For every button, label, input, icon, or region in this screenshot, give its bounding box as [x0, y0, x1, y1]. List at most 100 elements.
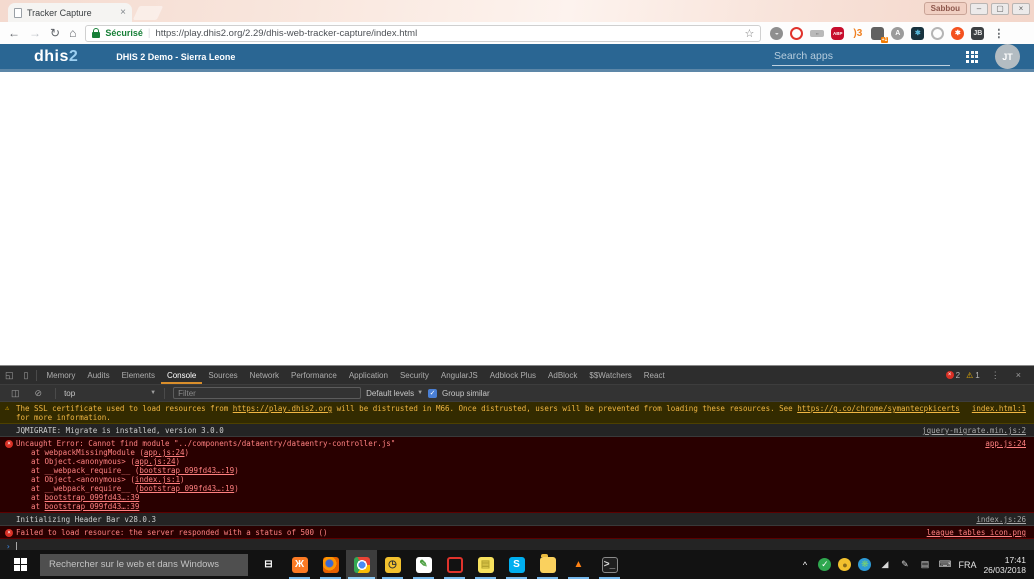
console-link[interactable]: https://g.co/chrome/symantecpkicerts	[797, 404, 960, 413]
close-button[interactable]: ×	[1012, 3, 1030, 15]
alarm-clock-icon[interactable]: ◷	[377, 550, 408, 579]
gray-ring-extension-icon[interactable]	[931, 27, 944, 40]
devtools-tab-adblock-plus[interactable]: Adblock Plus	[484, 366, 542, 384]
tab-close-icon[interactable]: ×	[120, 8, 126, 18]
firefox-icon[interactable]	[315, 550, 346, 579]
omnibox[interactable]: Sécurisé | https://play.dhis2.org/2.29/d…	[85, 25, 761, 42]
devtools-tab-adblock[interactable]: AdBlock	[542, 366, 583, 384]
gray-a-circle-extension-icon[interactable]: A	[891, 27, 904, 40]
home-icon[interactable]: ⌂	[69, 27, 76, 39]
adblock-plus-extension-icon[interactable]: ABP	[831, 27, 844, 40]
console-message: ⚠The SSL certificate used to load resour…	[0, 402, 1034, 424]
devtools-tab-application[interactable]: Application	[343, 366, 394, 384]
console-link[interactable]: bootstrap 099fd43…:39	[45, 493, 140, 502]
console-link[interactable]: app.js:24	[144, 448, 185, 457]
gray-circle-extension-icon[interactable]: ◒	[770, 27, 783, 40]
group-similar-checkbox[interactable]: ✓	[428, 389, 437, 398]
devtools-tab-angularjs[interactable]: AngularJS	[435, 366, 484, 384]
devtools-tab-memory[interactable]: Memory	[40, 366, 81, 384]
photo-editor-icon[interactable]: ✎	[408, 550, 439, 579]
devtools-tab-react[interactable]: React	[638, 366, 671, 384]
devtools-tab-elements[interactable]: Elements	[116, 366, 161, 384]
chrome-icon[interactable]	[346, 550, 377, 579]
devtools-tab--watchers[interactable]: $$Watchers	[583, 366, 637, 384]
maximize-button[interactable]: ▢	[991, 3, 1009, 15]
device-toolbar-icon[interactable]: ▯	[19, 370, 34, 381]
console-source-link[interactable]: index.html:1	[972, 404, 1026, 413]
opera-icon[interactable]	[439, 550, 470, 579]
avatar[interactable]: JT	[995, 44, 1020, 69]
forward-icon[interactable]: →	[29, 27, 41, 39]
browser-menu-icon[interactable]: ⋮	[993, 27, 1004, 40]
jb-square-extension-icon[interactable]: JB	[971, 27, 984, 40]
skype-icon[interactable]: S	[501, 550, 532, 579]
console-link[interactable]: index.js:1	[135, 475, 180, 484]
console-link[interactable]: bootstrap 099fd43…:19	[139, 466, 234, 475]
devtools-tab-security[interactable]: Security	[394, 366, 435, 384]
devtools-close-icon[interactable]: ×	[1011, 370, 1026, 380]
reload-icon[interactable]: ↻	[50, 27, 60, 39]
apps-grid-icon[interactable]	[966, 51, 978, 63]
command-prompt-icon[interactable]: >_	[594, 550, 625, 579]
inspect-element-icon[interactable]: ◱	[0, 370, 19, 381]
console-source-link[interactable]: index.js:26	[976, 515, 1026, 524]
taskbar-clock[interactable]: 17:41 26/03/2018	[983, 555, 1026, 575]
bookmark-star-icon[interactable]: ☆	[744, 27, 754, 40]
console-source-link[interactable]: jquery-migrate.min.js:2	[922, 426, 1026, 435]
console-error-count[interactable]: ×2	[946, 371, 960, 380]
dark-blue-cog-extension-icon[interactable]: ✱	[911, 27, 924, 40]
console-warning-count[interactable]: ⚠1	[966, 371, 980, 380]
tray-notes-icon[interactable]: ▤	[918, 558, 931, 571]
console-filter-input[interactable]	[173, 387, 361, 399]
console-source-link[interactable]: app.js:24	[985, 439, 1026, 448]
console-source-link[interactable]: league tables icon.png	[927, 528, 1026, 537]
url-text[interactable]: https://play.dhis2.org/2.29/dhis-web-tra…	[155, 28, 739, 39]
chevron-down-icon: ▼	[150, 390, 156, 396]
tray-network-icon[interactable]: ◢	[878, 558, 891, 571]
devtools-tab-sources[interactable]: Sources	[202, 366, 243, 384]
console-link[interactable]: https://play.dhis2.org	[233, 404, 332, 413]
orange-x-circle-extension-icon[interactable]: ✱	[951, 27, 964, 40]
console-link[interactable]: app.js:24	[135, 457, 176, 466]
dhis-logo-accent: 2	[69, 48, 78, 65]
devtools-menu-icon[interactable]: ⋮	[986, 370, 1005, 381]
red-ring-extension-icon[interactable]	[790, 27, 803, 40]
console-link[interactable]: bootstrap 099fd43…:19	[139, 484, 234, 493]
devtools-tab-performance[interactable]: Performance	[285, 366, 343, 384]
clear-console-icon[interactable]: ⊘	[30, 388, 48, 399]
context-value: top	[64, 389, 75, 398]
search-apps-input[interactable]	[772, 48, 950, 66]
tray-keyboard-icon[interactable]: ⌨	[938, 558, 951, 571]
file-explorer-icon[interactable]	[532, 550, 563, 579]
start-button[interactable]	[0, 550, 40, 579]
plus-one-badge-extension-icon[interactable]: +1	[871, 27, 884, 40]
back-icon[interactable]: ←	[8, 27, 20, 39]
browser-tab[interactable]: Tracker Capture ×	[8, 3, 132, 22]
vlc-icon[interactable]: ▲	[563, 550, 594, 579]
log-levels-dropdown[interactable]: Default levels▼	[366, 389, 423, 398]
orange-d3-extension-icon[interactable]: )3	[851, 27, 864, 40]
tray-expand-icon[interactable]: ^	[798, 558, 811, 571]
new-tab-button[interactable]	[133, 6, 164, 20]
tray-antivirus-icon[interactable]: ✓	[818, 558, 831, 571]
sticky-notes-icon[interactable]: ▤	[470, 550, 501, 579]
xampp-icon[interactable]: Ж	[284, 550, 315, 579]
devtools-tab-network[interactable]: Network	[244, 366, 285, 384]
taskbar-search-input[interactable]	[40, 554, 248, 576]
tray-pen-icon[interactable]: ✎	[898, 558, 911, 571]
tray-color-wheel-icon[interactable]: ❋	[858, 558, 871, 571]
windows-store-icon[interactable]: ⊟	[253, 550, 284, 579]
language-indicator[interactable]: FRA	[958, 560, 976, 570]
dhis-logo[interactable]: dhis2	[34, 48, 78, 66]
chevron-down-icon: ▼	[417, 390, 423, 396]
devtools-tab-console[interactable]: Console	[161, 366, 202, 384]
console-sidebar-icon[interactable]: ◫	[6, 388, 25, 399]
console-link[interactable]: bootstrap 099fd43…:39	[45, 502, 140, 511]
devtools-tab-audits[interactable]: Audits	[81, 366, 115, 384]
console-prompt[interactable]: ›	[0, 539, 1034, 550]
profile-chip[interactable]: Sabbou	[924, 2, 967, 15]
gray-pill-extension-icon[interactable]: ▪▪	[810, 30, 824, 37]
minimize-button[interactable]: –	[970, 3, 988, 15]
context-selector[interactable]: top ▼	[64, 389, 156, 398]
tray-yellow-icon[interactable]: ●	[838, 558, 851, 571]
